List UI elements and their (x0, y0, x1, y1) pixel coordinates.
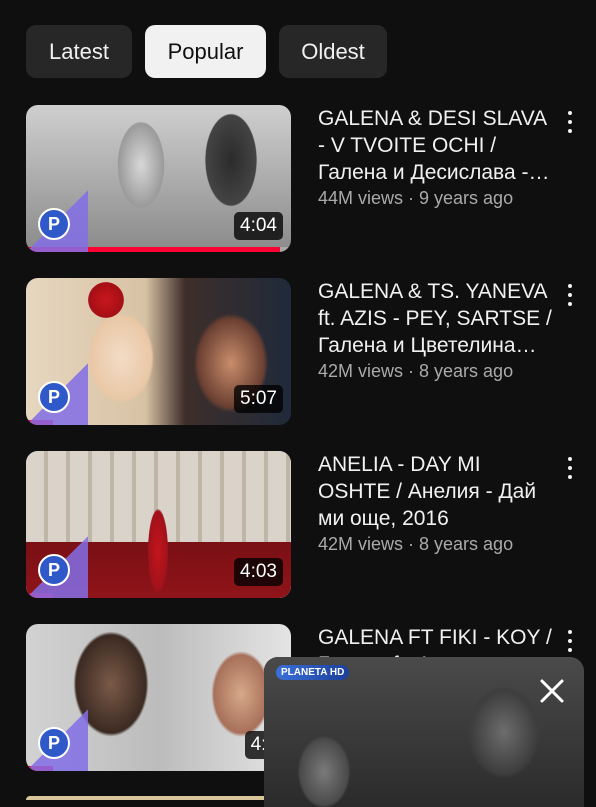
video-thumbnail[interactable]: P 4:1 (26, 624, 291, 771)
tab-oldest[interactable]: Oldest (279, 25, 387, 78)
tab-oldest-label: Oldest (301, 38, 365, 64)
video-thumbnail[interactable]: P 4:03 (26, 451, 291, 598)
duration-label: 5:07 (234, 385, 283, 413)
video-meta: 42M views · 8 years ago (318, 534, 514, 554)
video-title[interactable]: GALENA & TS. YANEVA ft. AZIS - PEY, SART… (318, 278, 554, 359)
more-options-icon[interactable] (560, 280, 580, 310)
video-item[interactable]: P 5:07 GALENA & TS. YANEVA ft. AZIS - PE… (0, 278, 596, 428)
more-options-icon[interactable] (560, 626, 580, 656)
video-meta: 42M views · 8 years ago (318, 361, 514, 381)
video-item[interactable]: P 4:03 ANELIA - DAY MI OSHTE / Анелия - … (0, 451, 596, 601)
video-thumbnail[interactable]: P 5:07 (26, 278, 291, 425)
tab-popular[interactable]: Popular (145, 25, 266, 78)
channel-badge-icon: P (38, 381, 70, 413)
video-thumbnail[interactable]: P 4:04 (26, 105, 291, 252)
channel-badge-icon: P (38, 208, 70, 240)
next-thumbnail-peek[interactable] (26, 796, 291, 800)
duration-label: 4:04 (234, 212, 283, 240)
duration-label: 4:03 (234, 558, 283, 586)
video-meta: 44M views · 9 years ago (318, 188, 514, 208)
channel-logo: PLANETA HD (276, 665, 350, 680)
channel-badge-icon: P (38, 554, 70, 586)
close-icon[interactable] (536, 675, 568, 707)
tab-latest-label: Latest (49, 38, 109, 64)
more-options-icon[interactable] (560, 107, 580, 137)
video-title[interactable]: ANELIA - DAY MI OSHTE / Анелия - Дай ми … (318, 451, 554, 532)
video-item[interactable]: P 4:04 GALENA & DESI SLAVA - V TVOITE OC… (0, 105, 596, 255)
channel-badge-icon: P (38, 727, 70, 759)
miniplayer[interactable]: PLANETA HD (264, 657, 584, 807)
more-options-icon[interactable] (560, 453, 580, 483)
tab-latest[interactable]: Latest (26, 25, 132, 78)
tab-popular-label: Popular (167, 38, 244, 64)
video-title[interactable]: GALENA & DESI SLAVA - V TVOITE OCHI / Га… (318, 105, 554, 186)
